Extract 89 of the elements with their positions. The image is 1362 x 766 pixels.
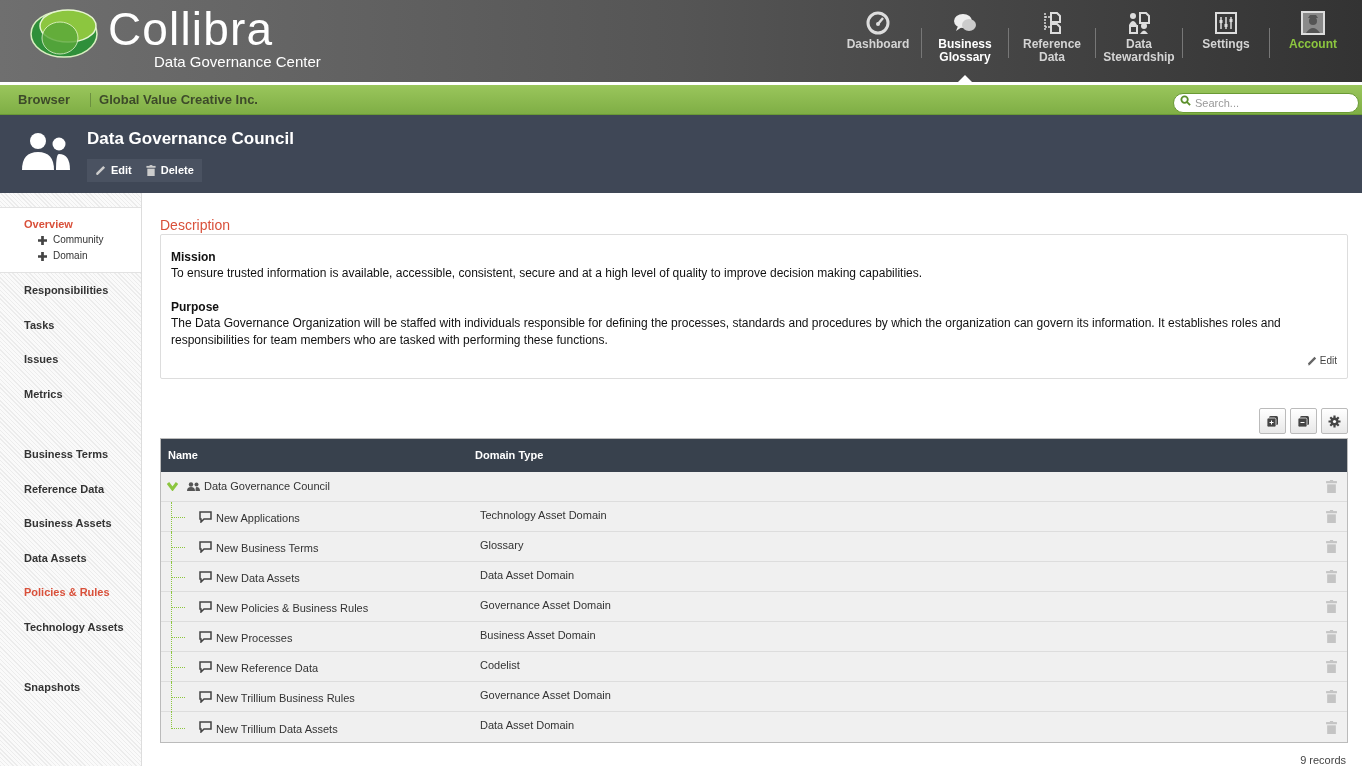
stack-plus-icon bbox=[1266, 414, 1279, 428]
speech-bubble-icon bbox=[199, 600, 212, 613]
sidebar-link[interactable]: Responsibilities bbox=[0, 273, 141, 308]
table-cell-text: Technology Asset Domain bbox=[480, 507, 607, 523]
tree-node-label[interactable]: New Reference Data bbox=[216, 660, 480, 677]
section-label: Purpose bbox=[171, 299, 220, 315]
table-cell-text: Business Asset Domain bbox=[480, 627, 596, 643]
table-cell-text: Governance Asset Domain bbox=[480, 597, 611, 613]
edit-link[interactable]: Edit bbox=[1306, 353, 1337, 368]
table-cell-text: Data Asset Domain bbox=[480, 567, 575, 583]
sidebar-link[interactable]: Reference Data bbox=[0, 471, 141, 506]
sidebar-link[interactable]: Policies & Rules bbox=[0, 575, 141, 610]
user-avatar-icon bbox=[1301, 11, 1325, 35]
trash-icon[interactable] bbox=[1326, 630, 1337, 643]
sidebar-link[interactable]: Tasks bbox=[0, 307, 141, 342]
sidebar-sublink[interactable]: Community bbox=[0, 232, 141, 248]
people-documents-icon bbox=[1127, 11, 1151, 35]
sidebar-sublink[interactable]: Domain bbox=[0, 248, 141, 264]
sidebar-link[interactable]: Business Assets bbox=[0, 506, 141, 541]
tree-node-label[interactable]: New Business Terms bbox=[216, 540, 480, 557]
search-field[interactable]: Search... bbox=[1173, 92, 1359, 113]
section-heading: Description bbox=[160, 217, 232, 233]
edit-button[interactable]: Edit bbox=[95, 162, 132, 179]
stack-minus-icon bbox=[1297, 414, 1310, 428]
collapse-all-button[interactable] bbox=[1290, 408, 1317, 434]
expand-all-button[interactable] bbox=[1259, 408, 1286, 434]
logo-tagline: Data Governance Center bbox=[153, 54, 321, 70]
sidebar-link[interactable]: Overview bbox=[0, 216, 141, 232]
speech-bubble-icon bbox=[199, 690, 212, 703]
tree-node-label[interactable]: New Policies & Business Rules bbox=[216, 600, 480, 617]
tree-node-label[interactable]: New Processes bbox=[216, 630, 480, 647]
breadcrumb-link[interactable]: Global Value Creative Inc. bbox=[99, 89, 258, 110]
nav-tab[interactable]: Reference Data bbox=[1009, 0, 1095, 82]
tree-node-label[interactable]: New Applications bbox=[216, 510, 480, 527]
sliders-icon bbox=[1214, 11, 1238, 35]
trash-icon[interactable] bbox=[1326, 540, 1337, 553]
logo-wordmark: Collibra bbox=[108, 4, 275, 54]
tree-toggle[interactable] bbox=[167, 482, 178, 491]
trash-icon[interactable] bbox=[1326, 720, 1337, 734]
description-text: To ensure trusted information is available, accessible, consistent, secure and at a high level of quality to improve decision making capabilities. bbox=[171, 265, 924, 282]
speech-bubble-icon bbox=[199, 721, 212, 733]
table-cell-text: Codelist bbox=[480, 657, 520, 673]
trash-icon bbox=[145, 165, 156, 176]
speech-bubble-icon bbox=[199, 510, 212, 523]
tree-node-label[interactable]: Data Governance Council bbox=[204, 478, 330, 495]
pencil-icon bbox=[1306, 355, 1317, 366]
nav-tab[interactable]: Settings bbox=[1183, 0, 1269, 82]
plus-icon bbox=[38, 235, 47, 245]
record-count: 9 records bbox=[1300, 753, 1346, 766]
people-icon bbox=[187, 482, 200, 491]
table-cell-text: Data Asset Domain bbox=[480, 718, 575, 734]
speech-bubble-icon bbox=[199, 540, 212, 553]
delete-button[interactable]: Delete bbox=[145, 162, 194, 179]
trash-icon[interactable] bbox=[1326, 480, 1337, 493]
sidebar-link[interactable]: Technology Assets bbox=[0, 609, 141, 644]
breadcrumb-link[interactable]: Browser bbox=[0, 89, 91, 110]
speech-bubble-icon bbox=[199, 630, 212, 643]
tree-node-label[interactable]: New Trillium Data Assets bbox=[216, 720, 480, 738]
trash-icon[interactable] bbox=[1326, 600, 1337, 613]
gauge-icon bbox=[866, 11, 890, 35]
trash-icon[interactable] bbox=[1326, 690, 1337, 703]
trash-icon[interactable] bbox=[1326, 660, 1337, 673]
nav-tab[interactable]: Dashboard bbox=[835, 0, 921, 82]
people-icon bbox=[21, 132, 71, 170]
speech-bubble-icon bbox=[199, 660, 212, 673]
speech-bubble-icon bbox=[199, 570, 212, 583]
trash-icon[interactable] bbox=[1326, 510, 1337, 523]
tree-node-label[interactable]: New Trillium Business Rules bbox=[216, 690, 480, 707]
sidebar-link[interactable]: Metrics bbox=[0, 376, 141, 411]
sidebar-link[interactable]: Business Terms bbox=[0, 437, 141, 472]
sidebar-link[interactable]: Issues bbox=[0, 342, 141, 377]
column-header: Domain Type bbox=[475, 448, 544, 464]
trash-icon[interactable] bbox=[1326, 570, 1337, 583]
sidebar-link[interactable]: Snapshots bbox=[0, 670, 141, 705]
gear-icon bbox=[1328, 414, 1341, 428]
nav-tab[interactable]: Account bbox=[1270, 0, 1356, 82]
settings-button[interactable] bbox=[1321, 408, 1348, 434]
search-icon bbox=[1180, 94, 1191, 106]
tree-node-label[interactable]: New Data Assets bbox=[216, 570, 480, 587]
plus-icon bbox=[38, 251, 47, 261]
nav-tab[interactable]: Data Stewardship bbox=[1096, 0, 1182, 82]
page-title: Data Governance Council bbox=[87, 128, 294, 150]
description-text: The Data Governance Organization will be staffed with individuals responsible for defining the processes, standards and procedures by which the organization can govern its information. It establishes roles and responsibilities for team members who are tasked with performing these functions. bbox=[171, 315, 1282, 349]
pencil-icon bbox=[95, 165, 106, 176]
table-cell-text: Governance Asset Domain bbox=[480, 687, 611, 703]
column-header: Name bbox=[167, 448, 199, 464]
section-label: Mission bbox=[171, 249, 217, 265]
sidebar-link[interactable]: Data Assets bbox=[0, 540, 141, 575]
table-cell-text: Glossary bbox=[480, 537, 524, 553]
